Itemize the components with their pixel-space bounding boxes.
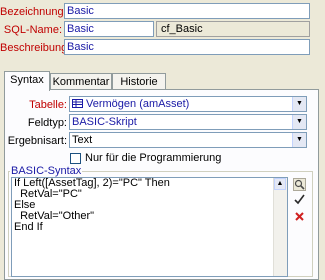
table-icon [72, 99, 83, 108]
feldtyp-value: BASIC-Skript [72, 116, 137, 128]
code-line: RetVal="Other" [14, 210, 95, 222]
magnifier-icon [294, 179, 305, 190]
bezeichnung-field[interactable]: Basic [64, 3, 310, 19]
bezeichnung-label: Bezeichnung: [0, 6, 67, 18]
sqlname-label: SQL-Name: [3, 24, 62, 36]
sqlname-field[interactable]: Basic [64, 21, 154, 37]
code-scrollbar[interactable]: ▲ [273, 178, 287, 276]
tabelle-label: Tabelle: [29, 99, 67, 111]
feldtyp-combo[interactable]: BASIC-Skript ▼ [69, 114, 307, 130]
beschreibung-label: Beschreibung: [0, 42, 71, 54]
ergebnisart-combo[interactable]: Text ▼ [69, 132, 307, 148]
checkmark-icon [294, 194, 305, 205]
chevron-down-icon[interactable]: ▼ [292, 133, 306, 147]
chevron-down-icon[interactable]: ▼ [292, 115, 306, 129]
syntax-panel: Tabelle: Vermögen (amAsset) ▼ Feldtyp: B… [4, 89, 319, 280]
basic-code-editor[interactable]: If Left([AssetTag], 2)="PC" Then RetVal=… [11, 177, 288, 277]
search-button[interactable] [293, 178, 306, 191]
arrow-up-icon[interactable]: ▲ [274, 178, 286, 190]
beschreibung-field[interactable]: Basic [64, 39, 310, 55]
tabelle-value: Vermögen (amAsset) [86, 98, 190, 110]
basic-syntax-title: BASIC-Syntax [10, 165, 83, 177]
code-line: RetVal="PC" [14, 188, 82, 200]
tab-syntax[interactable]: Syntax [4, 71, 50, 91]
tab-kommentar[interactable]: Kommentar [50, 73, 112, 89]
ergebnisart-value: Text [72, 134, 93, 146]
feldtyp-label: Feldtyp: [27, 117, 67, 129]
tab-historie[interactable]: Historie [112, 73, 166, 89]
x-icon [295, 212, 304, 221]
ergebnisart-label: Ergebnisart: [7, 135, 67, 147]
delete-button[interactable] [293, 211, 306, 224]
chevron-down-icon[interactable]: ▼ [292, 97, 306, 111]
nur-programmierung-checkbox[interactable] [70, 153, 81, 164]
code-line: End If [14, 221, 43, 233]
nur-programmierung-label: Nur für die Programmierung [85, 152, 222, 164]
tabelle-combo[interactable]: Vermögen (amAsset) ▼ [69, 96, 307, 112]
sqlname-full-field: cf_Basic [156, 21, 310, 37]
validate-button[interactable] [293, 194, 306, 207]
